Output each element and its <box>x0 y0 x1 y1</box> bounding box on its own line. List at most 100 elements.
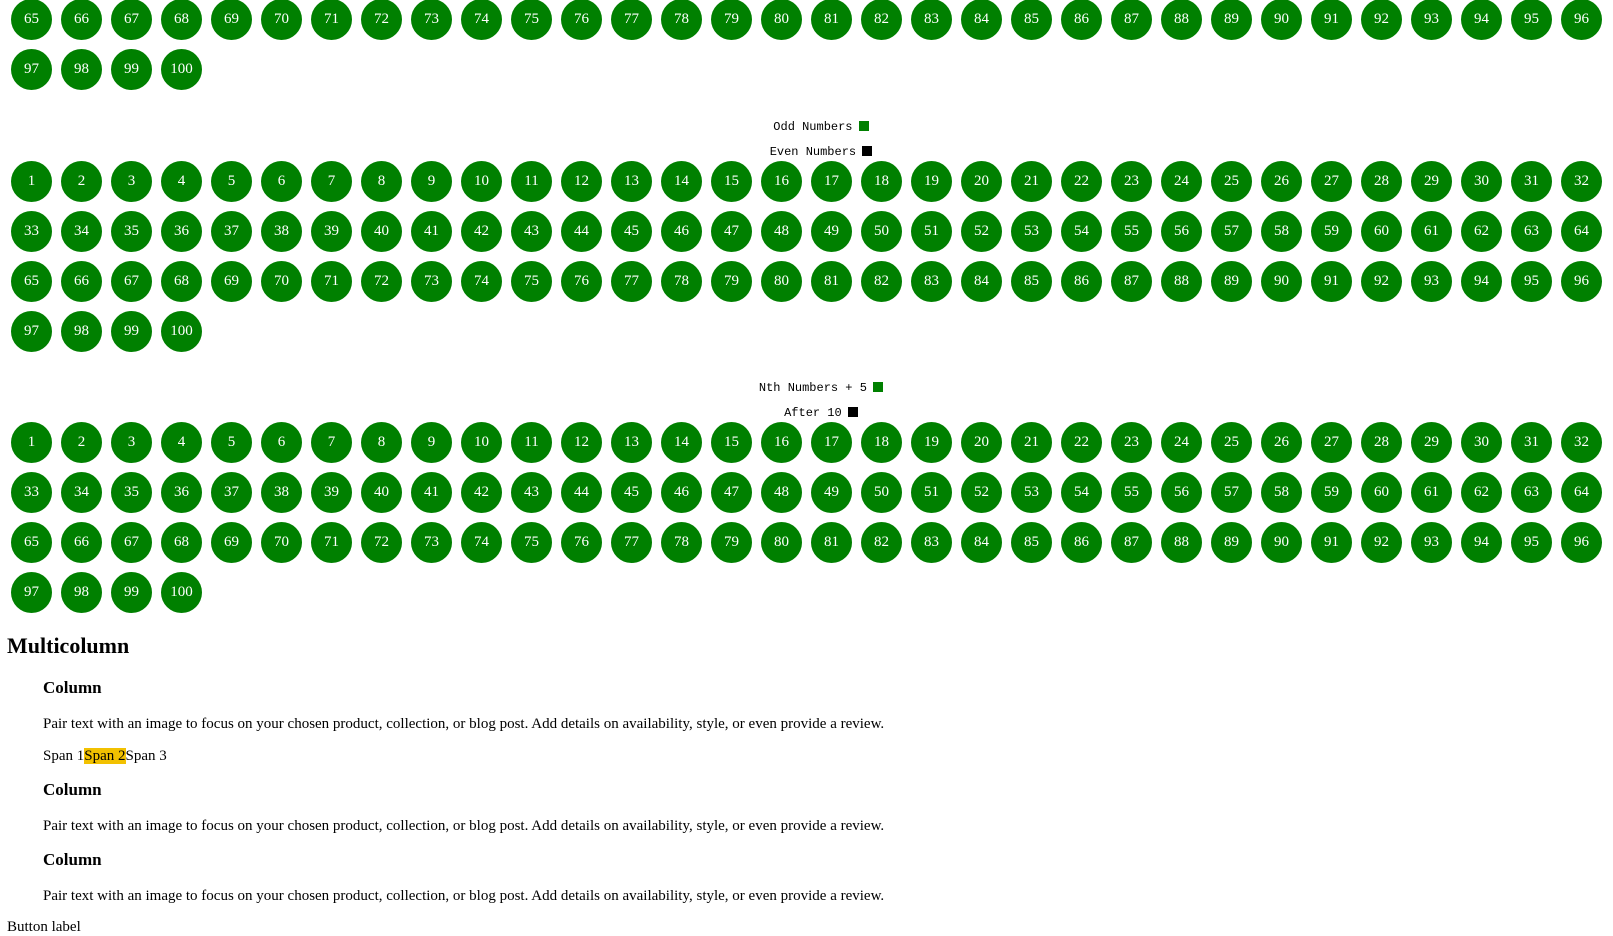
number-circle: 79 <box>711 0 752 40</box>
number-circle: 70 <box>261 0 302 40</box>
number-circle: 36 <box>161 211 202 252</box>
number-circle: 51 <box>911 472 952 513</box>
number-circle: 12 <box>561 161 602 202</box>
grid-row: 65 66 67 68 69 70 71 72 73 74 75 76 77 78 79 80 81 82 83 84… <box>11 522 1611 572</box>
number-circle: 95 <box>1511 0 1552 40</box>
number-circle: 54 <box>1061 211 1102 252</box>
number-circle: 67 <box>111 0 152 40</box>
number-circle: 2 <box>61 161 102 202</box>
number-circle: 47 <box>711 211 752 252</box>
number-circle: 68 <box>161 522 202 563</box>
number-circle: 6 <box>261 422 302 463</box>
number-circle: 13 <box>611 161 652 202</box>
number-circle: 48 <box>761 472 802 513</box>
number-circle: 46 <box>661 211 702 252</box>
number-circle: 21 <box>1011 422 1052 463</box>
number-circle: 17 <box>811 161 852 202</box>
number-circle: 100 <box>161 572 202 613</box>
number-circle: 18 <box>861 422 902 463</box>
number-circle: 74 <box>461 0 502 40</box>
number-circle: 19 <box>911 161 952 202</box>
number-circle: 69 <box>211 261 252 302</box>
number-circle: 33 <box>11 211 52 252</box>
number-circle: 92 <box>1361 522 1402 563</box>
number-circle: 5 <box>211 161 252 202</box>
number-circle: 98 <box>61 311 102 352</box>
number-circle: 67 <box>111 522 152 563</box>
number-circle: 1 <box>11 161 52 202</box>
number-circle: 93 <box>1411 0 1452 40</box>
number-circle: 4 <box>161 422 202 463</box>
number-circle: 86 <box>1061 0 1102 40</box>
number-circle: 9 <box>411 161 452 202</box>
number-circle: 95 <box>1511 261 1552 302</box>
number-circle: 96 <box>1561 0 1602 40</box>
grid-row: 33 34 35 36 37 38 39 40 41 42 43 44 45 46 47 48 49 50 51 52… <box>11 472 1611 522</box>
number-circle: 50 <box>861 472 902 513</box>
grid-row: 65 66 67 68 69 70 71 72 73 74 75 76 77 78 79 80 81 82 83 84… <box>11 0 1611 49</box>
number-circle: 32 <box>1561 161 1602 202</box>
number-circle: 8 <box>361 161 402 202</box>
number-circle: 38 <box>261 472 302 513</box>
number-circle: 100 <box>161 311 202 352</box>
page: 65 66 67 68 69 70 71 72 73 74 75 76 77 78 79 80 81 82 83 84… <box>0 0 1613 936</box>
number-circle: 81 <box>811 0 852 40</box>
number-circle: 63 <box>1511 472 1552 513</box>
number-circle: 12 <box>561 422 602 463</box>
number-circle: 16 <box>761 161 802 202</box>
number-circle: 28 <box>1361 161 1402 202</box>
number-circle: 71 <box>311 522 352 563</box>
grid-row: 97 98 99 100 <box>11 49 1611 99</box>
number-circle: 89 <box>1211 261 1252 302</box>
number-circle: 25 <box>1211 161 1252 202</box>
number-circle: 74 <box>461 522 502 563</box>
number-circle: 35 <box>111 472 152 513</box>
number-circle: 81 <box>811 522 852 563</box>
number-circle: 100 <box>161 49 202 90</box>
number-circle: 22 <box>1061 422 1102 463</box>
legend-even-swatch <box>862 146 873 156</box>
number-circle: 37 <box>211 472 252 513</box>
number-circle: 52 <box>961 472 1002 513</box>
column-text-2: Pair text with an image to focus on your… <box>43 818 885 834</box>
span-3: Span 3 <box>125 748 167 764</box>
column-text-3: Pair text with an image to focus on your… <box>43 888 885 904</box>
number-circle: 93 <box>1411 261 1452 302</box>
number-circle: 61 <box>1411 472 1452 513</box>
number-circle: 29 <box>1411 422 1452 463</box>
number-circle: 14 <box>661 161 702 202</box>
number-circle: 65 <box>11 522 52 563</box>
number-circle: 33 <box>11 472 52 513</box>
span-2: Span 2 <box>84 748 126 764</box>
number-circle: 40 <box>361 211 402 252</box>
column-heading-1: Column <box>43 678 102 697</box>
span-1: Span 1 <box>43 748 85 764</box>
button-label[interactable]: Button label <box>7 918 81 936</box>
number-circle: 43 <box>511 211 552 252</box>
number-circle: 62 <box>1461 211 1502 252</box>
number-circle: 83 <box>911 0 952 40</box>
number-circle: 70 <box>261 522 302 563</box>
number-circle: 88 <box>1161 0 1202 40</box>
number-circle: 35 <box>111 211 152 252</box>
number-circle: 64 <box>1561 211 1602 252</box>
number-circle: 82 <box>861 0 902 40</box>
number-circle: 51 <box>911 211 952 252</box>
number-circle: 20 <box>961 161 1002 202</box>
number-circle: 77 <box>611 522 652 563</box>
number-circle: 91 <box>1311 522 1352 563</box>
number-circle: 45 <box>611 211 652 252</box>
grid-row: 1 2 3 4 5 6 7 8 9 10 11 12 13 14 15 16 17 18 19 20 21 22 23 24 2… <box>11 422 1611 472</box>
number-circle: 78 <box>661 261 702 302</box>
number-grid-top: 65 66 67 68 69 70 71 72 73 74 75 76 77 78 79 80 81 82 83 84… <box>11 0 1611 99</box>
number-circle: 66 <box>61 0 102 40</box>
number-circle: 73 <box>411 261 452 302</box>
number-circle: 27 <box>1311 422 1352 463</box>
number-circle: 15 <box>711 161 752 202</box>
number-circle: 70 <box>261 261 302 302</box>
number-circle: 90 <box>1261 522 1302 563</box>
number-circle: 76 <box>561 522 602 563</box>
number-circle: 27 <box>1311 161 1352 202</box>
number-circle: 29 <box>1411 161 1452 202</box>
number-circle: 71 <box>311 0 352 40</box>
